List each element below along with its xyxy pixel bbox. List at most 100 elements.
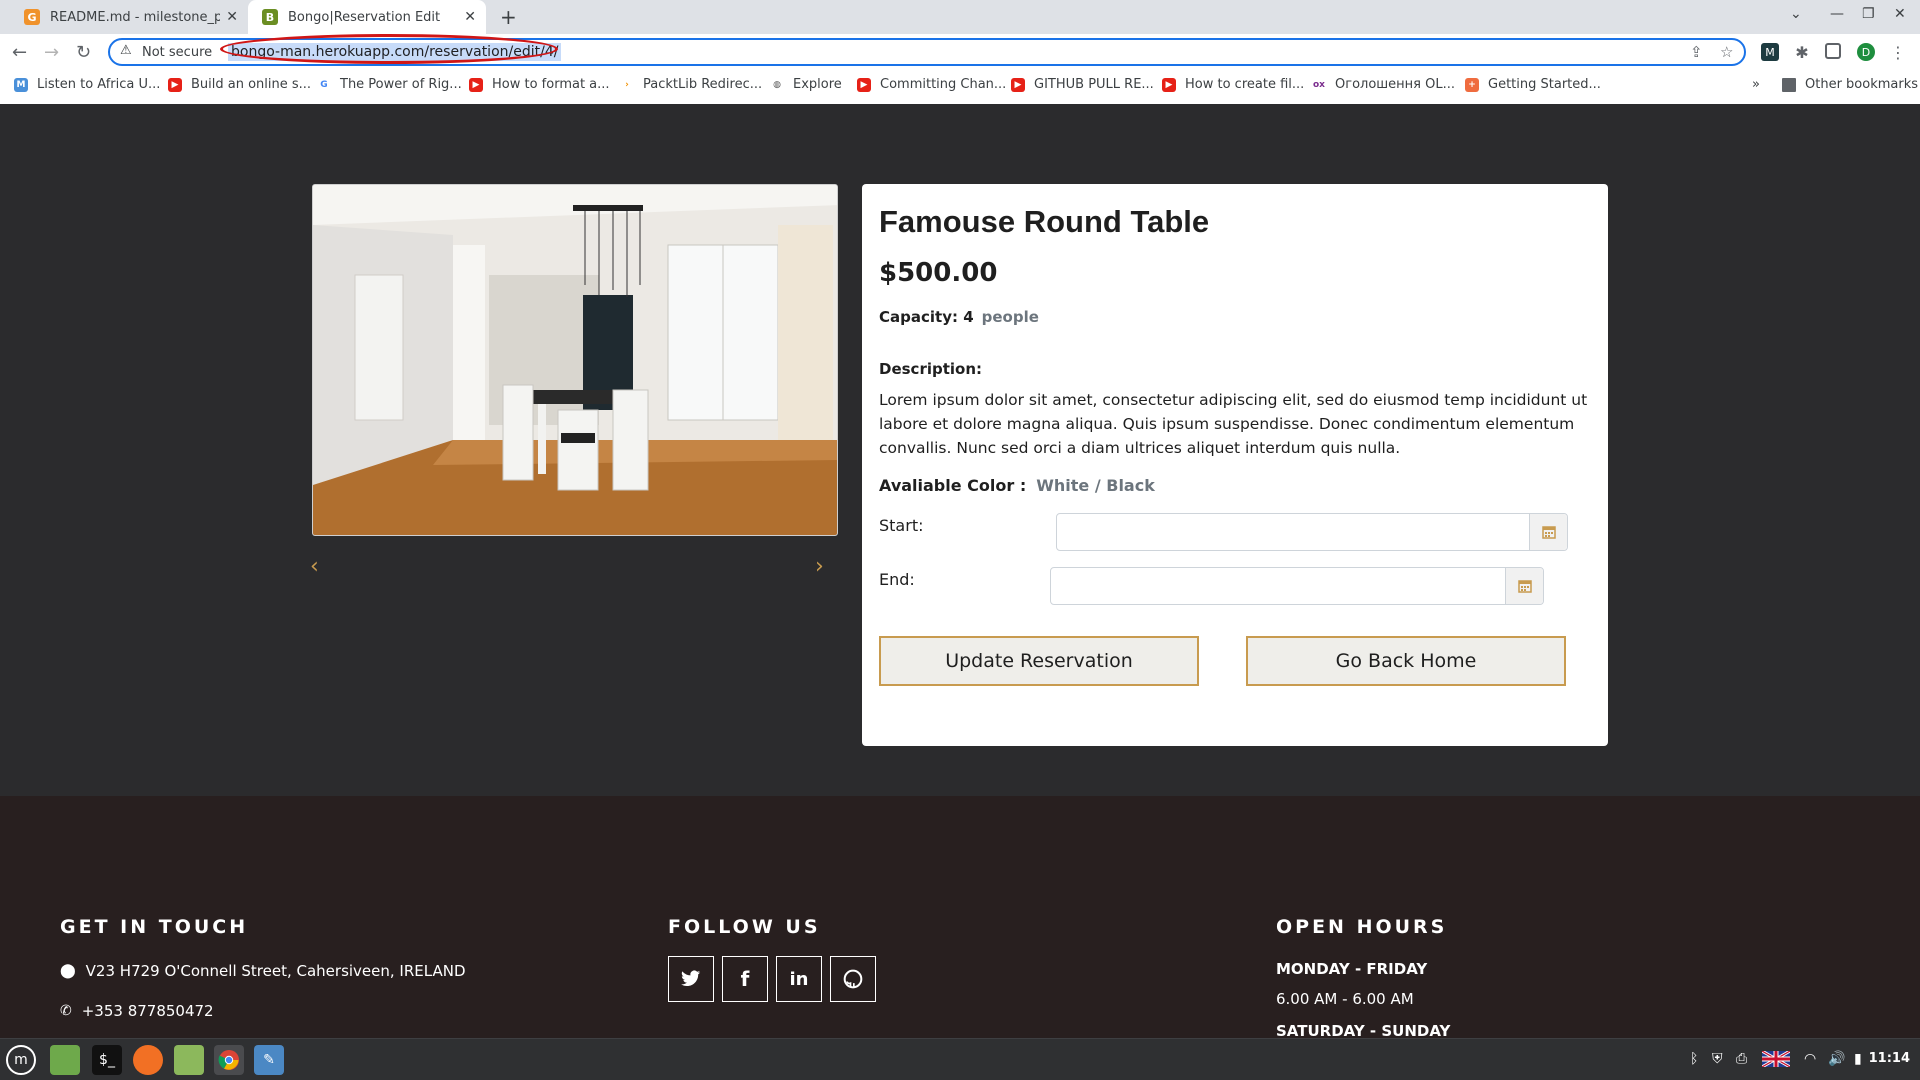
description-text: Lorem ipsum dolor sit amet, consectetur … — [879, 391, 1588, 457]
restore-icon[interactable]: ❐ — [1862, 6, 1875, 22]
clock[interactable]: 11:14 — [1869, 1051, 1910, 1066]
hours-heading: OPEN HOURS — [1276, 916, 1448, 938]
os-taskbar: m $_ ✎ ᛒ ⛨ ⎙ ◠ 🔊 ▮ 11:14 — [0, 1038, 1920, 1080]
bookmark-item[interactable]: ox Оголошення OL... — [1312, 77, 1455, 92]
bookmark-item[interactable]: ▶ How to create fil... — [1162, 77, 1304, 92]
start-label: Start: — [879, 516, 924, 535]
youtube-icon: ▶ — [469, 77, 483, 92]
tab-readme[interactable]: G README.md - milestone_proj ✕ — [10, 0, 248, 34]
tab-search-icon[interactable]: ⌄ — [1790, 6, 1802, 22]
calendar-icon[interactable] — [1529, 514, 1567, 550]
start-date-field[interactable] — [1056, 513, 1568, 551]
packt-icon: › — [625, 79, 629, 90]
bongo-icon: B — [262, 9, 278, 25]
volume-icon[interactable]: 🔊 — [1828, 1051, 1845, 1067]
close-window-icon[interactable]: ✕ — [1894, 6, 1906, 22]
tab-title: Bongo|Reservation Edit — [288, 9, 441, 25]
mint-menu-icon[interactable]: m — [6, 1045, 36, 1075]
printer-icon[interactable]: ⎙ — [1736, 1051, 1747, 1067]
bookmark-item[interactable]: ▶ GITHUB PULL RE... — [1011, 77, 1154, 92]
youtube-icon: ▶ — [1162, 77, 1176, 92]
files-icon[interactable] — [174, 1045, 204, 1075]
go-back-home-button[interactable]: Go Back Home — [1246, 636, 1566, 686]
browser-toolbar: ← → ↻ ⚠ Not secure bongo-man.herokuapp.c… — [0, 34, 1920, 104]
calendar-icon[interactable] — [1505, 568, 1543, 604]
tab-title: README.md - milestone_proj — [50, 9, 220, 25]
share-icon[interactable]: ⇪ — [1690, 43, 1703, 61]
description-label: Description: — [879, 360, 983, 378]
end-date-field[interactable] — [1050, 567, 1544, 605]
menu-icon[interactable]: ⋮ — [1889, 43, 1907, 62]
weekday-label: MONDAY - FRIDAY — [1276, 960, 1428, 978]
bookmark-item[interactable]: ▶ Build an online s... — [168, 77, 311, 92]
update-reservation-button[interactable]: Update Reservation — [879, 636, 1199, 686]
terminal-icon[interactable]: $_ — [92, 1045, 122, 1075]
more-bookmarks-icon[interactable]: » — [1752, 77, 1760, 92]
google-icon: G — [320, 79, 328, 90]
tab-reservation-edit[interactable]: B Bongo|Reservation Edit ✕ — [248, 0, 486, 34]
address-bar[interactable]: ⚠ Not secure bongo-man.herokuapp.com/res… — [108, 34, 1746, 66]
other-bookmarks-label: Other bookmarks — [1805, 77, 1919, 92]
weekday-hours: 6.00 AM - 6.00 AM — [1276, 990, 1414, 1008]
phone-icon: ✆ — [60, 1003, 72, 1019]
bookmark-item[interactable]: M Listen to Africa U... — [14, 77, 160, 92]
youtube-icon: ▶ — [857, 77, 871, 92]
profile-avatar[interactable]: D — [1857, 43, 1875, 61]
forward-icon[interactable]: → — [44, 42, 59, 63]
star-icon[interactable]: ☆ — [1720, 43, 1733, 61]
bookmark-label: Explore — [793, 77, 842, 92]
bookmark-item[interactable]: › PacktLib Redirec... — [620, 77, 762, 92]
bookmarks-bar: M Listen to Africa U... ▶ Build an online … — [0, 72, 1920, 100]
bookmark-label: Listen to Africa U... — [37, 77, 161, 92]
chrome-icon[interactable] — [214, 1045, 244, 1075]
bookmark-item[interactable]: ◍ Explore — [770, 77, 842, 92]
text-editor-icon[interactable]: ✎ — [254, 1045, 284, 1075]
facebook-icon[interactable]: f — [722, 956, 768, 1002]
bookmark-item[interactable]: G The Power of Rig... — [317, 77, 462, 92]
side-panel-icon[interactable] — [1825, 43, 1841, 59]
youtube-icon: ▶ — [168, 77, 182, 92]
bookmark-label: Getting Started... — [1488, 77, 1601, 92]
end-date-input[interactable] — [1051, 568, 1505, 604]
warning-icon[interactable]: ⚠ — [120, 43, 132, 58]
uk-flag-icon[interactable] — [1761, 1049, 1791, 1071]
bluetooth-icon[interactable]: ᛒ — [1690, 1051, 1698, 1067]
security-label[interactable]: Not secure — [142, 45, 212, 60]
site-footer: GET IN TOUCH ⬤ V23 H729 O'Connell Street… — [0, 796, 1920, 1040]
reservation-card: Famouse Round Table $500.00 Capacity: 4 p… — [862, 184, 1608, 746]
close-icon[interactable]: ✕ — [464, 9, 476, 25]
bookmark-label: Build an online s... — [191, 77, 312, 92]
bookmark-item[interactable]: ▶ How to format a... — [469, 77, 610, 92]
twitter-icon[interactable] — [668, 956, 714, 1002]
start-date-input[interactable] — [1057, 514, 1529, 550]
chevron-left-icon[interactable]: ‹ — [310, 554, 319, 579]
minimize-icon[interactable]: — — [1830, 6, 1844, 22]
bookmark-label: The Power of Rig... — [340, 77, 462, 92]
bookmark-label: How to format a... — [492, 77, 610, 92]
show-desktop-icon[interactable] — [50, 1045, 80, 1075]
bookmark-label: Committing Chan... — [880, 77, 1007, 92]
linkedin-icon[interactable]: in — [776, 956, 822, 1002]
other-bookmarks[interactable]: Other bookmarks — [1782, 77, 1918, 92]
battery-icon[interactable]: ▮ — [1854, 1051, 1862, 1067]
back-icon[interactable]: ← — [12, 42, 27, 63]
puzzle-icon[interactable]: ✱ — [1793, 43, 1811, 62]
extension-m-icon[interactable]: M — [1761, 43, 1779, 61]
firefox-icon[interactable] — [133, 1045, 163, 1075]
wifi-icon[interactable]: ◠ — [1804, 1051, 1816, 1067]
new-tab-button[interactable]: + — [500, 5, 517, 29]
address-text: V23 H729 O'Connell Street, Cahersiveen, … — [85, 962, 466, 980]
olx-icon: ox — [1313, 79, 1325, 90]
page-content: ‹ › Famouse Round Table $500.00 Capacity… — [0, 104, 1920, 1040]
shield-icon[interactable]: ⛨ — [1712, 1051, 1723, 1067]
product-title: Famouse Round Table — [879, 204, 1210, 239]
reload-icon[interactable]: ↻ — [76, 42, 91, 63]
bookmark-label: How to create fil... — [1185, 77, 1305, 92]
bookmark-item[interactable]: ▶ Committing Chan... — [857, 77, 1006, 92]
map-pin-icon: ⬤ — [60, 963, 76, 979]
bookmark-item[interactable]: + Getting Started... — [1465, 77, 1601, 92]
github-icon[interactable] — [830, 956, 876, 1002]
contact-heading: GET IN TOUCH — [60, 916, 249, 938]
chevron-right-icon[interactable]: › — [815, 554, 824, 579]
close-icon[interactable]: ✕ — [226, 9, 238, 25]
